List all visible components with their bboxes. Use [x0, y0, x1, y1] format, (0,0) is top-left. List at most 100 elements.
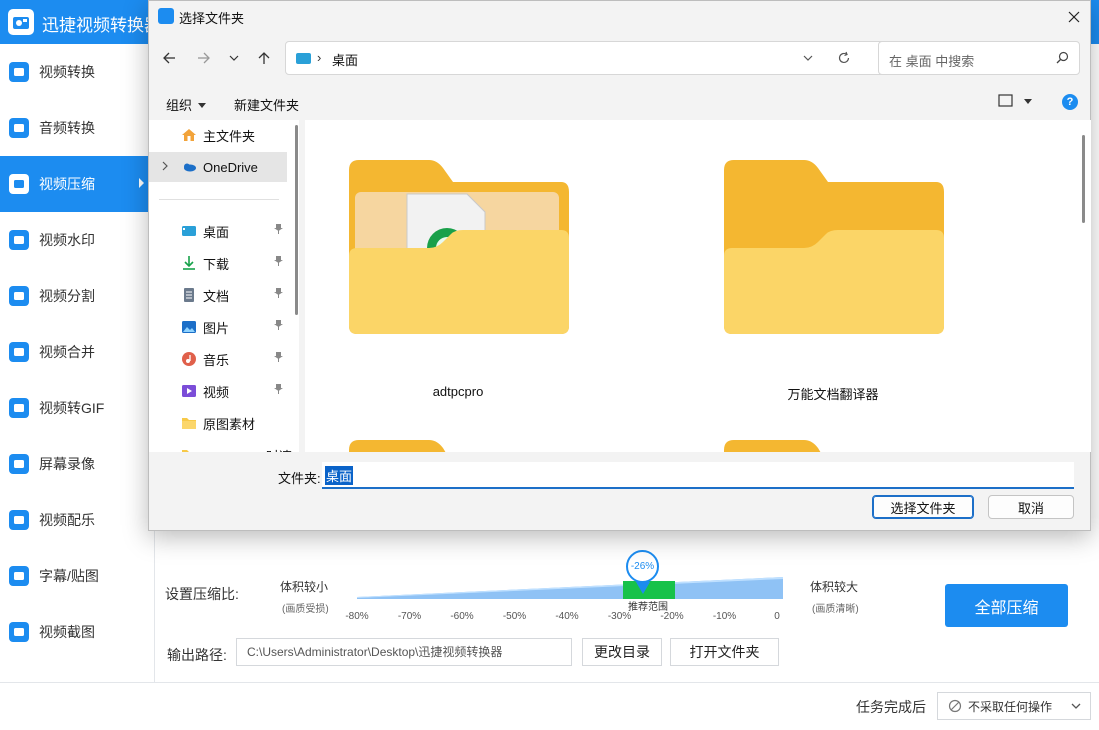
- tree-divider: [159, 199, 279, 200]
- sidebar-item-label: 视频合并: [39, 344, 95, 360]
- audio-convert-icon: [9, 118, 29, 138]
- tree-item-label: 下载: [203, 256, 230, 272]
- organize-menu-button[interactable]: 组织: [166, 95, 207, 114]
- tree-item-9[interactable]: 原图素材: [149, 408, 287, 438]
- content-scrollbar[interactable]: [1082, 135, 1085, 223]
- search-icon[interactable]: [1056, 51, 1069, 67]
- video-compress-icon: [9, 174, 29, 194]
- tree-item-10[interactable]: 2023-6-23 时速: [149, 440, 292, 452]
- folder-icon: [724, 440, 821, 452]
- navigation-tree: 主文件夹 OneDrive 桌面下载文档图片音乐视频原图素材 2023-6-23 时速: [149, 120, 299, 452]
- picture-icon: [181, 319, 197, 335]
- sidebar-item-6[interactable]: 视频合并: [0, 324, 154, 380]
- folder-icon: [349, 440, 446, 452]
- address-history-button[interactable]: [802, 52, 814, 67]
- folder-item[interactable]: [720, 438, 946, 452]
- sidebar-item-label: 音频转换: [39, 120, 95, 136]
- sidebar-item-5[interactable]: 视频分割: [0, 268, 154, 324]
- tree-item-3[interactable]: 桌面: [149, 216, 287, 246]
- back-button[interactable]: [157, 46, 181, 70]
- tree-item-8[interactable]: 视频: [149, 376, 287, 406]
- ratio-label: 设置压缩比:: [165, 586, 239, 602]
- output-path-field[interactable]: C:\Users\Administrator\Desktop\迅捷视频转换器: [236, 638, 572, 666]
- slider-handle-pin[interactable]: [636, 582, 650, 594]
- slider-tick-label: -30%: [607, 611, 632, 622]
- slider-tick-label: -40%: [555, 611, 579, 622]
- video-convert-icon: [9, 62, 29, 82]
- forward-button[interactable]: [192, 46, 216, 70]
- folder-icon: [720, 158, 946, 339]
- video-merge-icon: [9, 342, 29, 362]
- up-button[interactable]: [252, 46, 276, 70]
- search-box[interactable]: 在 桌面 中搜索: [878, 41, 1080, 75]
- chevron-down-icon: [229, 55, 239, 61]
- sidebar-item-4[interactable]: 视频水印: [0, 212, 154, 268]
- tree-item-label: 音乐: [203, 352, 230, 368]
- video-gif-icon: [9, 398, 29, 418]
- desktop-icon: [181, 223, 197, 239]
- folder-field-label: 文件夹:: [278, 471, 321, 486]
- dialog-title-icon: [158, 8, 174, 24]
- select-folder-button[interactable]: 选择文件夹: [872, 495, 974, 519]
- folder-name-input[interactable]: 桌面: [322, 462, 1074, 489]
- subtitle-sticker-icon: [9, 566, 29, 586]
- chevron-right-icon[interactable]: [160, 160, 170, 175]
- sidebar-item-label: 视频配乐: [39, 512, 95, 528]
- chevron-down-icon: [1071, 703, 1081, 709]
- view-options-button[interactable]: [998, 94, 1033, 107]
- refresh-button[interactable]: [837, 51, 851, 68]
- folder-icon: [181, 447, 197, 452]
- tree-item-5[interactable]: 文档: [149, 280, 287, 310]
- tree-item-1[interactable]: 主文件夹: [149, 120, 287, 150]
- help-button[interactable]: ?: [1062, 94, 1078, 110]
- folder-item[interactable]: [345, 438, 571, 452]
- folder-item[interactable]: [720, 158, 946, 339]
- sidebar-item-3[interactable]: 视频压缩: [0, 156, 154, 212]
- tree-item-label: 视频: [203, 384, 230, 400]
- open-folder-button[interactable]: 打开文件夹: [670, 638, 779, 666]
- pin-icon: [274, 288, 283, 301]
- cancel-button[interactable]: 取消: [988, 495, 1074, 519]
- breadcrumb-current[interactable]: 桌面: [332, 50, 358, 69]
- folder-name-value: 桌面: [325, 466, 354, 485]
- tree-item-6[interactable]: 图片: [149, 312, 287, 342]
- new-folder-button[interactable]: 新建文件夹: [234, 95, 299, 114]
- no-action-icon: [948, 699, 962, 713]
- close-icon: [1068, 11, 1080, 23]
- small-size-note: (画质受损): [282, 604, 329, 615]
- tree-item-7[interactable]: 音乐: [149, 344, 287, 374]
- tree-scrollbar[interactable]: [295, 125, 298, 315]
- tree-item-label: 主文件夹: [203, 128, 256, 144]
- change-dir-button[interactable]: 更改目录: [582, 638, 662, 666]
- sidebar-item-9[interactable]: 视频配乐: [0, 492, 154, 548]
- big-size-label: 体积较大: [810, 580, 859, 594]
- task-complete-select[interactable]: 不采取任何操作: [937, 692, 1091, 720]
- tree-item-4[interactable]: 下载: [149, 248, 287, 278]
- big-size-note: (画质清晰): [812, 604, 859, 615]
- slider-value-bubble[interactable]: -26%: [626, 550, 659, 583]
- compression-slider[interactable]: [357, 577, 783, 599]
- tree-item-label: 桌面: [203, 224, 230, 240]
- recent-locations-button[interactable]: [222, 46, 246, 70]
- folder-item[interactable]: [345, 158, 571, 339]
- folder-name-label: 万能文档翻译器: [787, 387, 879, 402]
- chevron-down-icon: [803, 55, 813, 61]
- folder-icon: [181, 415, 197, 431]
- tree-item-2[interactable]: OneDrive: [149, 152, 287, 182]
- compress-all-button[interactable]: 全部压缩: [945, 584, 1068, 627]
- sidebar-item-10[interactable]: 字幕/贴图: [0, 548, 154, 604]
- dialog-close-button[interactable]: [1061, 5, 1087, 29]
- music-icon: [181, 351, 197, 367]
- video-screenshot-icon: [9, 622, 29, 642]
- sidebar-item-8[interactable]: 屏幕录像: [0, 436, 154, 492]
- sidebar-item-1[interactable]: 视频转换: [0, 44, 154, 100]
- home-icon: [181, 127, 197, 143]
- slider-tick-label: -60%: [450, 611, 474, 622]
- sidebar-item-label: 视频分割: [39, 288, 95, 304]
- caret-down-icon: [198, 102, 207, 108]
- sidebar-item-7[interactable]: 视频转GIF: [0, 380, 154, 436]
- arrow-left-icon: [163, 52, 175, 64]
- pin-icon: [274, 384, 283, 397]
- sidebar-item-2[interactable]: 音频转换: [0, 100, 154, 156]
- sidebar-item-11[interactable]: 视频截图: [0, 604, 154, 660]
